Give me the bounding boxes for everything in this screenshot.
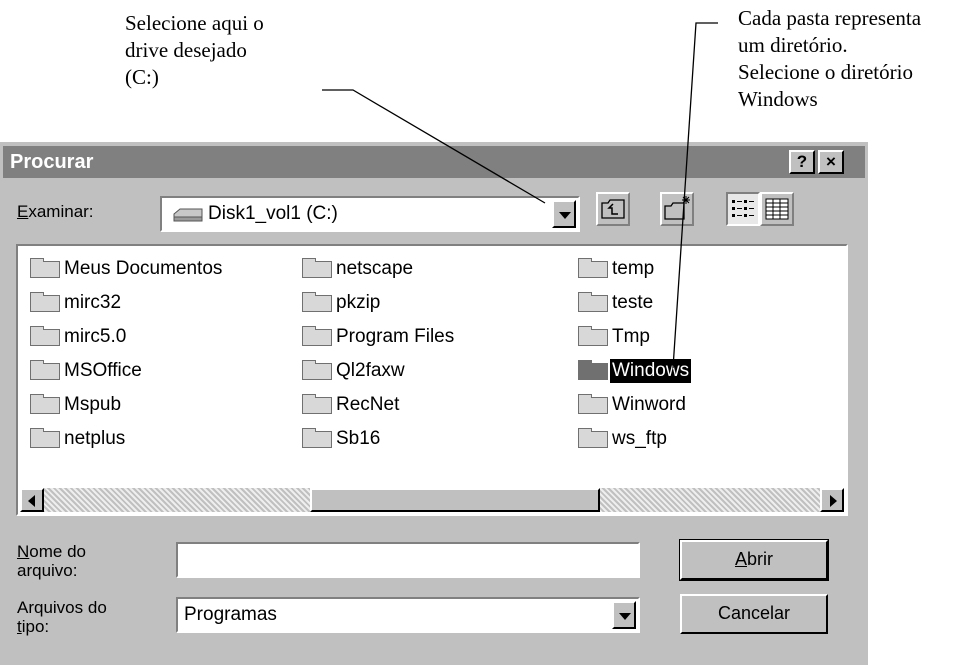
filetype-label-line2: ipo:	[21, 617, 50, 636]
folder-name: RecNet	[336, 394, 400, 415]
new-folder-button[interactable]	[660, 192, 694, 226]
close-button[interactable]: ×	[818, 150, 844, 174]
folder-name: netscape	[336, 258, 414, 279]
folder-name: MSOffice	[64, 360, 142, 381]
up-one-level-icon	[601, 199, 625, 219]
folder-icon	[302, 360, 332, 380]
title-bar: Procurar ? ×	[3, 146, 865, 178]
look-in-combo[interactable]: Disk1_vol1 (C:)	[160, 196, 580, 232]
look-in-label-text: xaminar:	[28, 202, 94, 221]
folder-icon	[30, 292, 60, 312]
browse-dialog: Procurar ? × Examinar: Disk1_vol1 (C:) M…	[0, 142, 868, 665]
folder-name: mirc5.0	[64, 326, 127, 347]
scroll-left-button[interactable]	[20, 488, 44, 512]
folder-icon	[30, 326, 60, 346]
filename-label-hotkey: N	[17, 542, 30, 561]
list-view-button[interactable]	[726, 192, 760, 226]
filename-label: Nome do arquivo:	[17, 542, 86, 580]
filename-input[interactable]	[176, 542, 640, 578]
look-in-value: Disk1_vol1 (C:)	[208, 203, 338, 224]
filetype-label-line1: Arquivos do	[17, 598, 107, 617]
folder-icon	[578, 360, 608, 380]
folder-name: netplus	[64, 428, 126, 449]
list-view-icon	[732, 200, 754, 217]
drive-icon	[173, 208, 203, 222]
new-folder-icon	[664, 196, 690, 220]
folder-icon	[302, 292, 332, 312]
folder-name: Windows	[610, 359, 692, 383]
folder-name: teste	[612, 292, 654, 313]
filename-label-line2: arquivo:	[17, 561, 78, 580]
folder-name: Tmp	[612, 326, 650, 347]
filetype-dropdown-button[interactable]	[612, 601, 636, 629]
chevron-down-icon	[559, 212, 571, 219]
folder-list[interactable]: Meus Documentos mirc32 mirc5.0 MSOffice …	[16, 244, 848, 516]
folder-icon	[578, 292, 608, 312]
folder-icon	[578, 394, 608, 414]
drive-annotation: Selecione aqui o drive desejado (C:)	[125, 11, 264, 89]
folder-name: mirc32	[64, 292, 122, 313]
folder-icon	[30, 428, 60, 448]
folder-icon	[302, 326, 332, 346]
scroll-right-button[interactable]	[820, 488, 844, 512]
help-button[interactable]: ?	[789, 150, 815, 174]
folder-icon	[578, 258, 608, 278]
folder-name: Sb16	[336, 428, 381, 449]
details-view-icon	[765, 198, 789, 220]
filename-label-line1: ome do	[29, 542, 86, 561]
horizontal-scrollbar[interactable]	[20, 488, 844, 512]
folder-name: Mspub	[64, 394, 122, 415]
up-one-level-button[interactable]	[596, 192, 630, 226]
open-button[interactable]: Abrir	[679, 539, 829, 581]
folder-name: Meus Documentos	[64, 258, 223, 279]
folder-name: Ql2faxw	[336, 360, 405, 381]
folder-icon	[30, 394, 60, 414]
cancel-button[interactable]: Cancelar	[680, 594, 828, 634]
dialog-title: Procurar	[10, 151, 94, 173]
filetype-value: Programas	[184, 604, 277, 625]
folder-icon	[578, 428, 608, 448]
folder-icon	[578, 326, 608, 346]
folder-annotation: Cada pasta representa um diretório. Sele…	[738, 6, 922, 111]
chevron-right-icon	[830, 495, 837, 507]
filetype-combo[interactable]: Programas	[176, 597, 640, 633]
scroll-thumb[interactable]	[310, 488, 600, 512]
folder-icon	[302, 428, 332, 448]
details-view-button[interactable]	[760, 192, 794, 226]
folder-icon	[30, 258, 60, 278]
folder-name: pkzip	[336, 292, 381, 313]
look-in-dropdown-button[interactable]	[552, 200, 576, 228]
folder-name: Winword	[612, 394, 686, 415]
chevron-left-icon	[28, 495, 35, 507]
folder-name: ws_ftp	[612, 428, 667, 449]
open-hotkey: A	[734, 549, 747, 569]
folder-icon	[302, 394, 332, 414]
folder-name: temp	[612, 258, 655, 279]
look-in-label: Examinar:	[17, 202, 94, 221]
folder-name: Program Files	[336, 326, 455, 347]
look-in-label-hotkey: E	[17, 202, 29, 221]
open-label: brir	[747, 549, 773, 569]
folder-icon	[302, 258, 332, 278]
folder-icon	[30, 360, 60, 380]
chevron-down-icon	[619, 613, 631, 620]
filetype-label: Arquivos do tipo:	[17, 598, 107, 636]
